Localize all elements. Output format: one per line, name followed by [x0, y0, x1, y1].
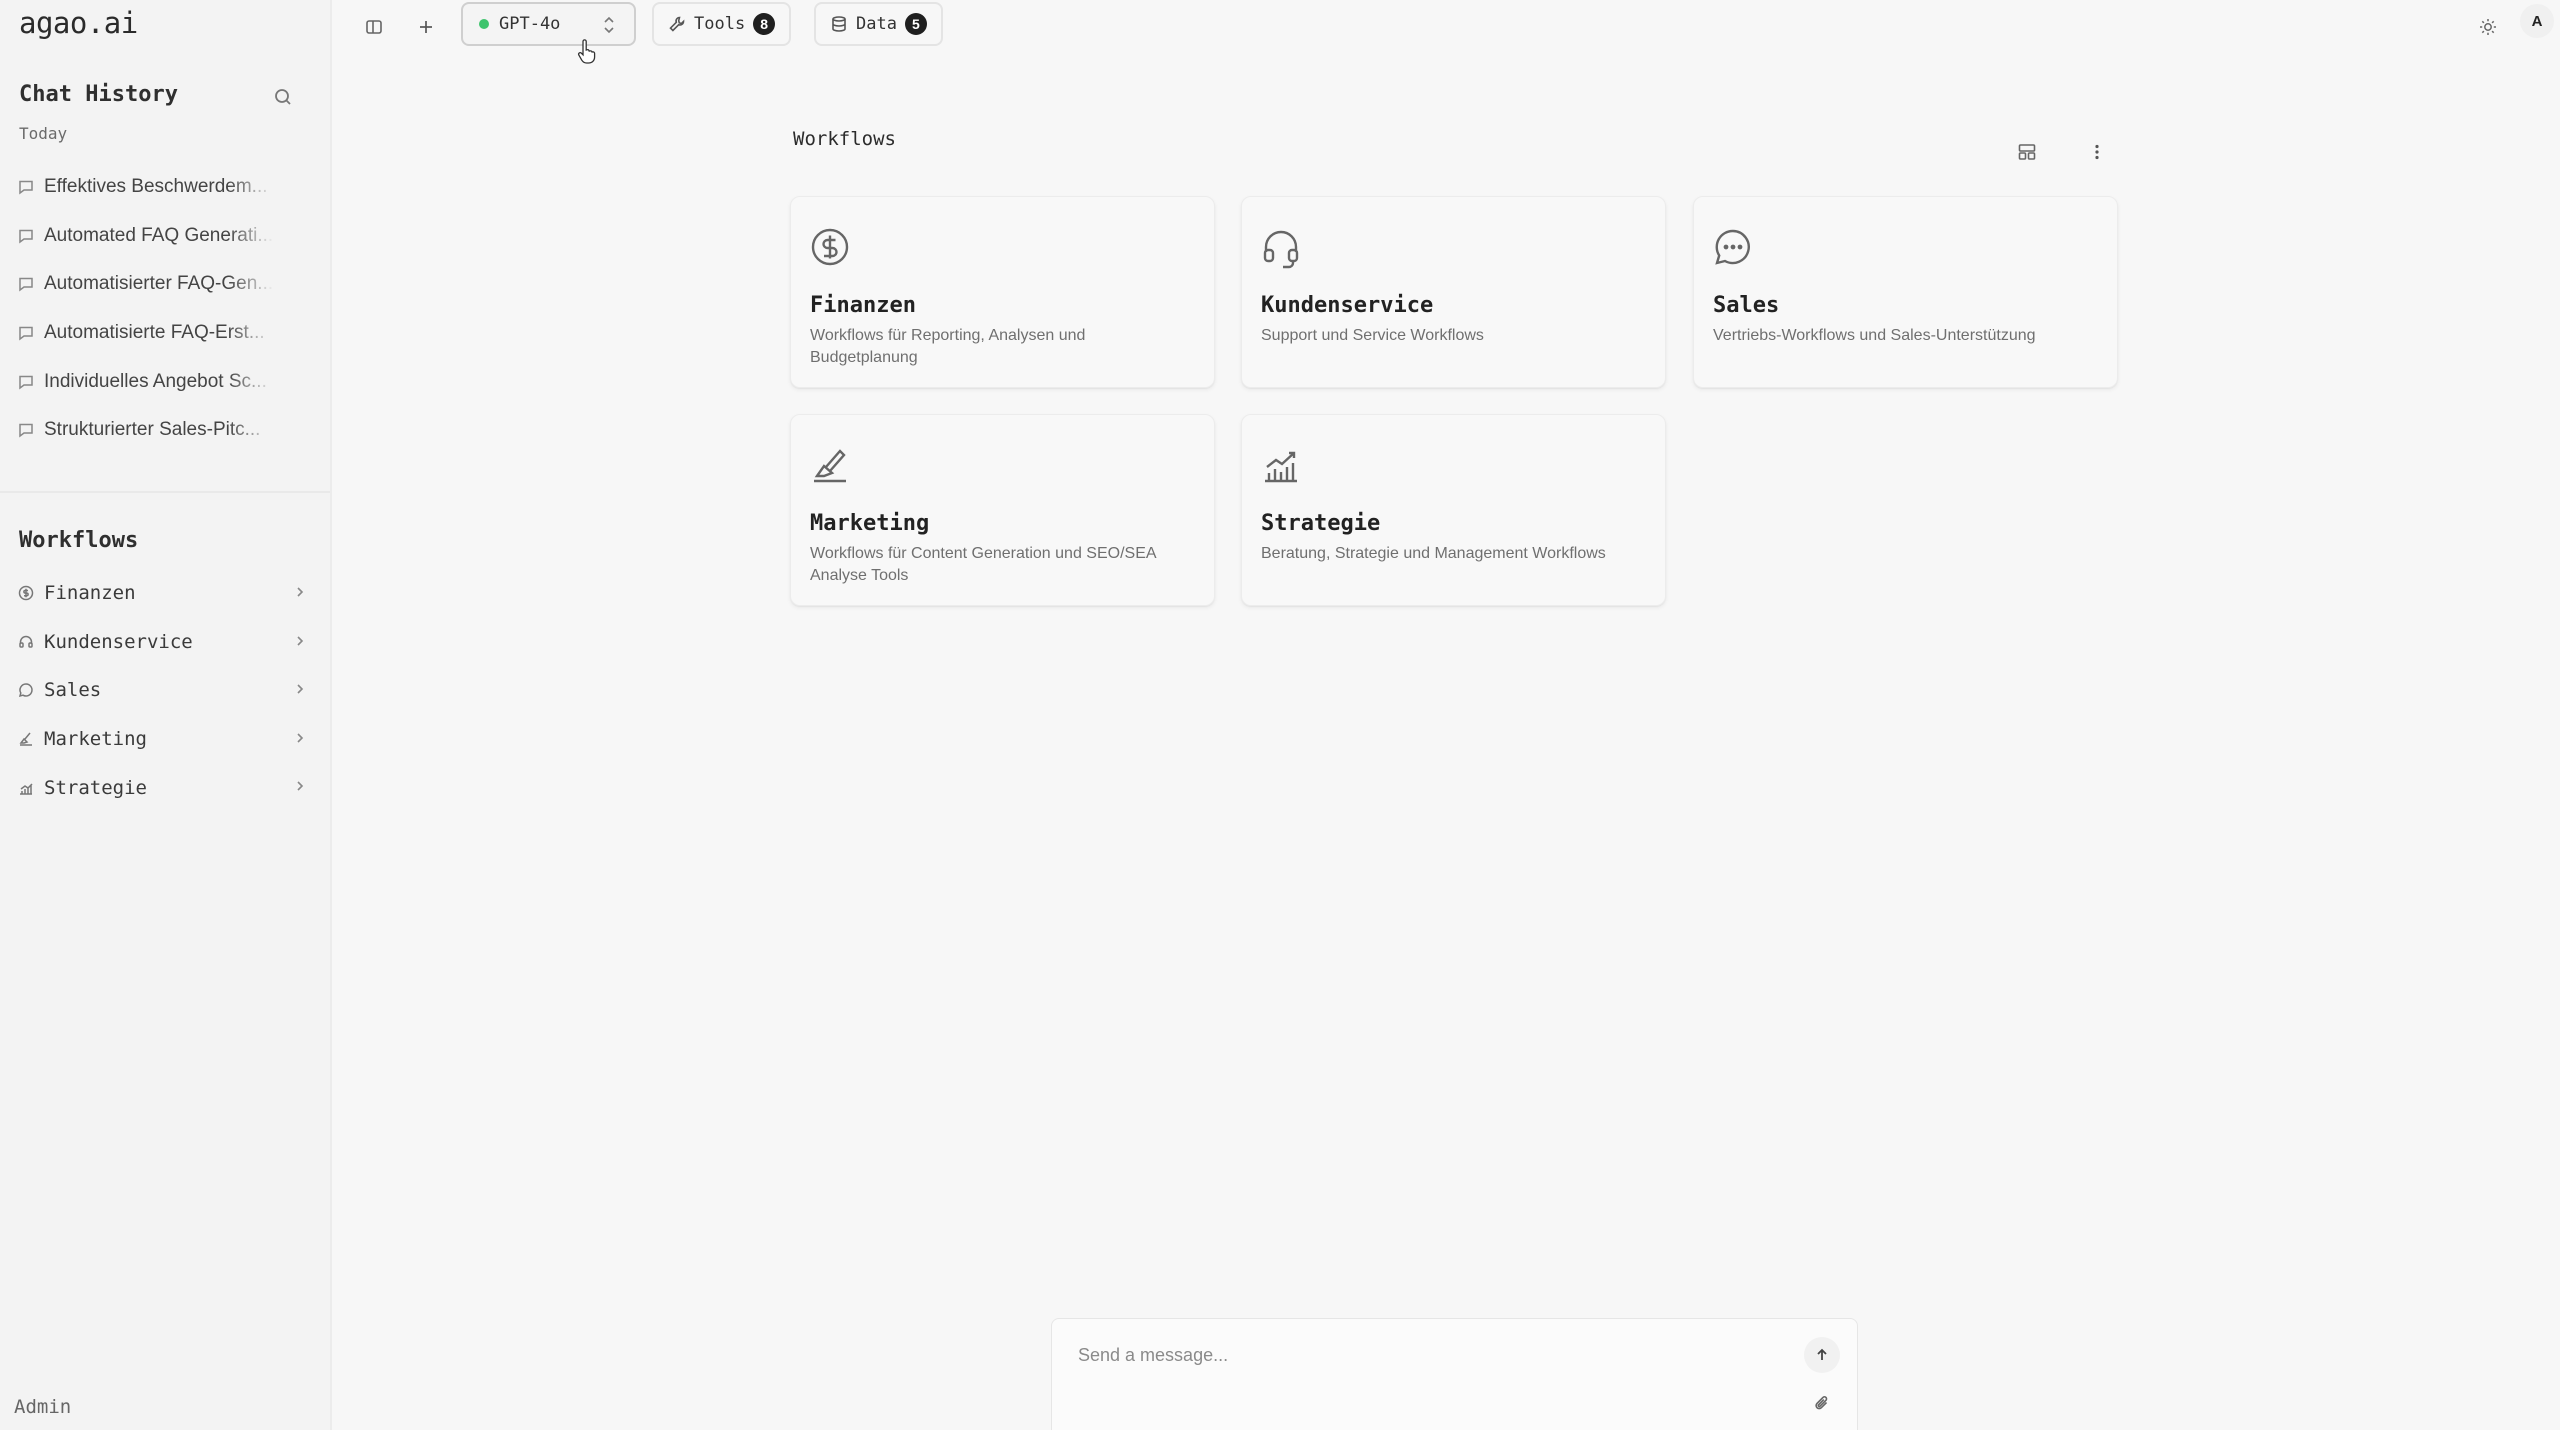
attach-button[interactable]	[1808, 1389, 1836, 1417]
message-icon	[19, 424, 33, 438]
data-button[interactable]: Data 5	[814, 2, 943, 46]
dollar-icon	[18, 586, 34, 601]
layout-toggle-button[interactable]	[2011, 136, 2043, 168]
workflow-card-strategie[interactable]: Strategie Beratung, Strategie und Manage…	[1241, 414, 1666, 606]
model-name: GPT-4o	[499, 14, 561, 34]
chevron-right-icon	[297, 587, 304, 597]
chevron-right-icon	[297, 684, 304, 694]
message-icon	[19, 229, 33, 244]
workflow-card-kundenservice[interactable]: Kundenservice Support und Service Workfl…	[1241, 196, 1666, 388]
dollar-icon	[811, 228, 849, 266]
message-composer[interactable]: Send a message...	[1051, 1318, 1858, 1430]
chevron-right-icon	[297, 636, 304, 646]
history-item[interactable]: Strukturierter Sales-Pitc...	[18, 406, 308, 455]
data-label: Data	[856, 14, 897, 34]
brand-logo[interactable]: agao.ai	[19, 6, 138, 40]
message-icon	[19, 181, 33, 195]
sidebar-item-kundenservice[interactable]: Kundenservice	[18, 618, 304, 667]
history-group-today: Today	[19, 124, 68, 143]
workflows-section-title: Workflows	[19, 528, 139, 553]
tools-label: Tools	[694, 14, 746, 34]
history-item[interactable]: Automatisierter FAQ-Gen...	[18, 260, 308, 309]
page-title: Workflows	[793, 128, 896, 150]
workflow-card-marketing[interactable]: Marketing Workflows für Content Generati…	[790, 414, 1215, 606]
more-options-button[interactable]	[2081, 136, 2113, 168]
more-vertical-icon	[2095, 144, 2099, 160]
chat-bubble-icon	[18, 683, 33, 698]
model-status-dot	[479, 19, 489, 29]
sidebar-item-marketing[interactable]: Marketing	[18, 715, 304, 764]
history-item[interactable]: Automatisierte FAQ-Erst...	[18, 309, 308, 358]
workflow-card-sales[interactable]: Sales Vertriebs-Workflows und Sales-Unte…	[1693, 196, 2118, 388]
message-icon	[19, 278, 33, 292]
user-avatar[interactable]: A	[2520, 4, 2554, 38]
theme-toggle-button[interactable]	[2470, 8, 2506, 46]
chart-icon	[1265, 451, 1297, 483]
sidebar-divider	[0, 491, 330, 493]
sidebar-item-strategie[interactable]: Strategie	[18, 763, 304, 812]
hand-pointer-cursor	[577, 39, 596, 64]
send-button[interactable]	[1804, 1337, 1840, 1373]
sidebar-item-finanzen[interactable]: Finanzen	[18, 569, 304, 618]
message-icon	[19, 375, 33, 390]
workflow-nav-list: Finanzen Kundenservice Sales Marketing S…	[18, 569, 304, 812]
message-input[interactable]: Send a message...	[1078, 1345, 1228, 1366]
search-icon	[275, 89, 291, 105]
toggle-sidebar-button[interactable]	[356, 8, 392, 46]
history-item[interactable]: Individuelles Angebot Sc...	[18, 357, 308, 406]
headset-icon	[19, 635, 33, 648]
headset-icon	[1263, 230, 1299, 269]
tools-count-badge: 8	[753, 13, 776, 35]
model-selector[interactable]: GPT-4o	[461, 2, 636, 46]
layout-icon	[2018, 144, 2036, 160]
chart-icon	[20, 783, 33, 795]
brush-icon	[19, 732, 32, 746]
user-name[interactable]: Admin	[14, 1396, 71, 1418]
arrow-up-icon	[1817, 1348, 1827, 1360]
wrench-icon	[669, 16, 685, 32]
search-history-button[interactable]	[270, 84, 296, 110]
new-chat-button[interactable]	[408, 8, 444, 46]
database-icon	[832, 16, 846, 32]
sidebar-item-sales[interactable]: Sales	[18, 666, 304, 715]
tools-button[interactable]: Tools 8	[652, 2, 792, 46]
plus-icon	[420, 21, 432, 33]
sun-icon	[2480, 19, 2496, 35]
chat-bubble-icon	[1715, 229, 1750, 265]
history-item[interactable]: Effektives Beschwerdem...	[18, 163, 308, 212]
chat-history-title: Chat History	[19, 82, 178, 107]
chevron-updown-icon	[604, 16, 614, 34]
message-icon	[19, 326, 33, 341]
sidebar: agao.ai Chat History Today Effektives Be…	[0, 0, 332, 1430]
paperclip-icon	[1815, 1396, 1828, 1410]
brush-icon	[814, 449, 846, 483]
data-count-badge: 5	[904, 13, 927, 35]
sidebar-toggle-icon	[366, 20, 382, 34]
chevron-right-icon	[297, 733, 304, 743]
chat-history-list: Effektives Beschwerdem... Automated FAQ …	[18, 163, 308, 455]
history-item[interactable]: Automated FAQ Generati...	[18, 212, 308, 261]
workflow-card-finanzen[interactable]: Finanzen Workflows für Reporting, Analys…	[790, 196, 1215, 388]
chevron-right-icon	[297, 781, 304, 791]
